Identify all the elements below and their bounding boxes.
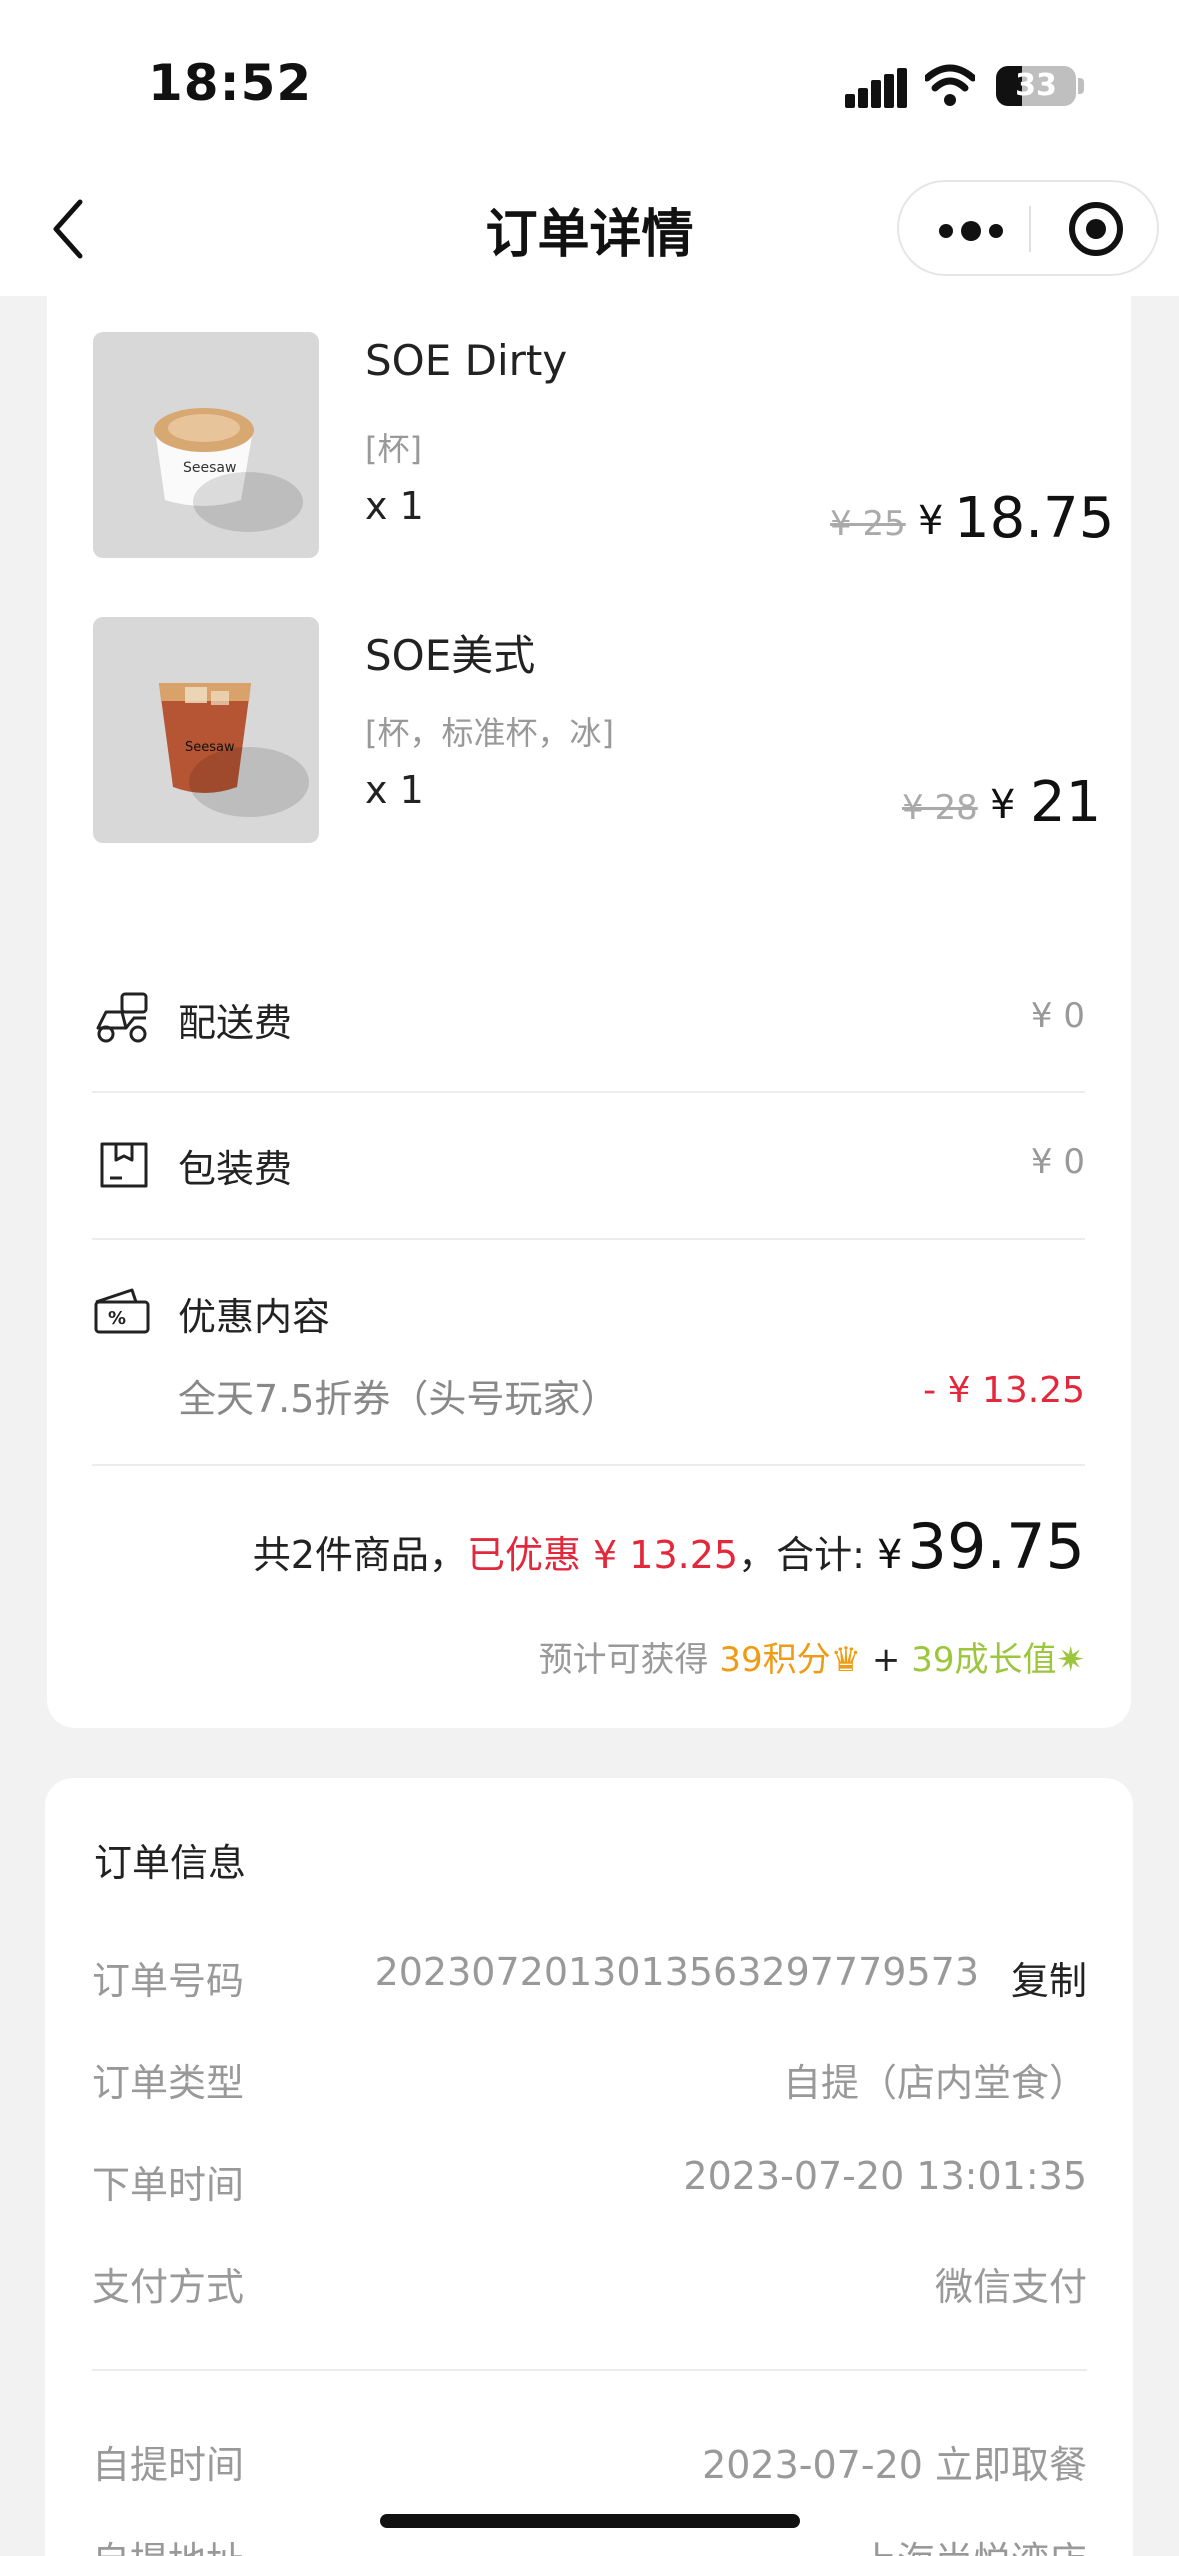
pickup-time-value: 2023-07-20 立即取餐: [702, 2443, 1087, 2487]
delivery-scooter-icon: [96, 992, 148, 1043]
order-type-label: 订单类型: [92, 2061, 245, 2105]
points-earned: 39积分: [719, 1640, 831, 1680]
close-miniapp-button[interactable]: [1069, 202, 1123, 256]
miniapp-capsule: [897, 180, 1159, 276]
item-quantity: x 1: [365, 768, 424, 812]
home-indicator[interactable]: [380, 2514, 800, 2528]
battery-cap: [1078, 78, 1084, 94]
order-info-title: 订单信息: [94, 1841, 247, 1885]
product-image-soe-dirty: Seesaw: [93, 332, 319, 558]
item-spec: [杯，标准杯，冰]: [365, 714, 614, 752]
points-prefix: 预计可获得: [538, 1640, 720, 1680]
pickup-address-label: 自提地址: [92, 2530, 244, 2556]
cellular-signal-icon: [845, 68, 907, 108]
copy-order-number-button[interactable]: 复制: [1011, 1950, 1087, 2005]
packaging-fee-label: 包装费: [178, 1147, 293, 1191]
pickup-time-label: 自提时间: [92, 2443, 245, 2487]
order-time-value: 2023-07-20 13:01:35: [683, 2154, 1087, 2198]
payment-method-label: 支付方式: [92, 2265, 245, 2309]
item-name: SOE Dirty: [365, 336, 568, 385]
item-spec: [杯]: [365, 430, 422, 468]
reward-points-line: 预计可获得 39积分♛ + 39成长值✷: [539, 1632, 1085, 1681]
target-icon: [1086, 219, 1106, 239]
item-price: 18.75: [954, 486, 1115, 551]
product-image-soe-americano: Seesaw: [93, 617, 319, 843]
total-label: ，合计:: [738, 1533, 877, 1577]
order-total: 39.75: [907, 1510, 1086, 1583]
status-time: 18:52: [148, 54, 313, 112]
delivery-fee-value: ¥ 0: [1030, 996, 1085, 1036]
order-summary: 共2件商品，已优惠 ¥ 13.25，合计: ¥ 39.75: [253, 1510, 1085, 1583]
payment-method-value: 微信支付: [934, 2265, 1087, 2309]
discount-amount: - ¥ 13.25: [923, 1370, 1085, 1411]
capsule-divider: [1029, 206, 1031, 252]
pickup-address-value: 上海尚悦湾店: [859, 2530, 1087, 2556]
growth-earned: 39成长值: [911, 1640, 1057, 1680]
packaging-fee-value: ¥ 0: [1030, 1142, 1085, 1182]
item-name: SOE美式: [365, 631, 536, 680]
item-count-text: 共2件商品，: [252, 1533, 467, 1577]
discount-total-text: 已优惠 ¥ 13.25: [466, 1533, 739, 1577]
order-number-value: 2023072013013563297779573: [374, 1950, 979, 1994]
discount-coupon-icon: %: [94, 1288, 150, 1334]
currency-symbol: ¥: [990, 782, 1016, 828]
package-box-icon: [100, 1142, 148, 1188]
order-time-label: 下单时间: [92, 2163, 245, 2207]
currency-symbol: ¥: [918, 498, 944, 544]
battery-percentage: 33: [1015, 68, 1057, 103]
discount-description: 全天7.5折券（头号玩家）: [178, 1377, 619, 1421]
battery-icon: 33: [996, 66, 1076, 106]
wifi-icon: [925, 64, 975, 106]
delivery-fee-label: 配送费: [178, 1001, 293, 1045]
crown-icon: ♛: [830, 1640, 862, 1680]
discount-label: 优惠内容: [178, 1295, 331, 1339]
svg-text:%: %: [108, 1308, 126, 1329]
order-type-value: 自提（店内堂食）: [782, 2061, 1087, 2105]
currency-symbol: ¥: [876, 1532, 903, 1578]
divider: [92, 2369, 1087, 2371]
points-plus: +: [861, 1640, 912, 1680]
item-original-price: ¥ 28: [902, 788, 978, 828]
divider: [92, 1464, 1085, 1466]
order-detail-page: 18:52 33 订单详情 Seesaw SOE Dirty [杯] x 1 ¥…: [0, 0, 1179, 2556]
divider: [92, 1238, 1085, 1240]
item-original-price: ¥ 25: [830, 504, 906, 544]
item-price: 21: [1030, 770, 1102, 835]
order-number-label: 订单号码: [92, 1959, 245, 2003]
more-options-button[interactable]: [939, 182, 1029, 274]
item-quantity: x 1: [365, 484, 424, 528]
sparkle-icon: ✷: [1056, 1640, 1086, 1680]
top-bar: 18:52 33 订单详情: [0, 0, 1179, 296]
divider: [92, 1091, 1085, 1093]
